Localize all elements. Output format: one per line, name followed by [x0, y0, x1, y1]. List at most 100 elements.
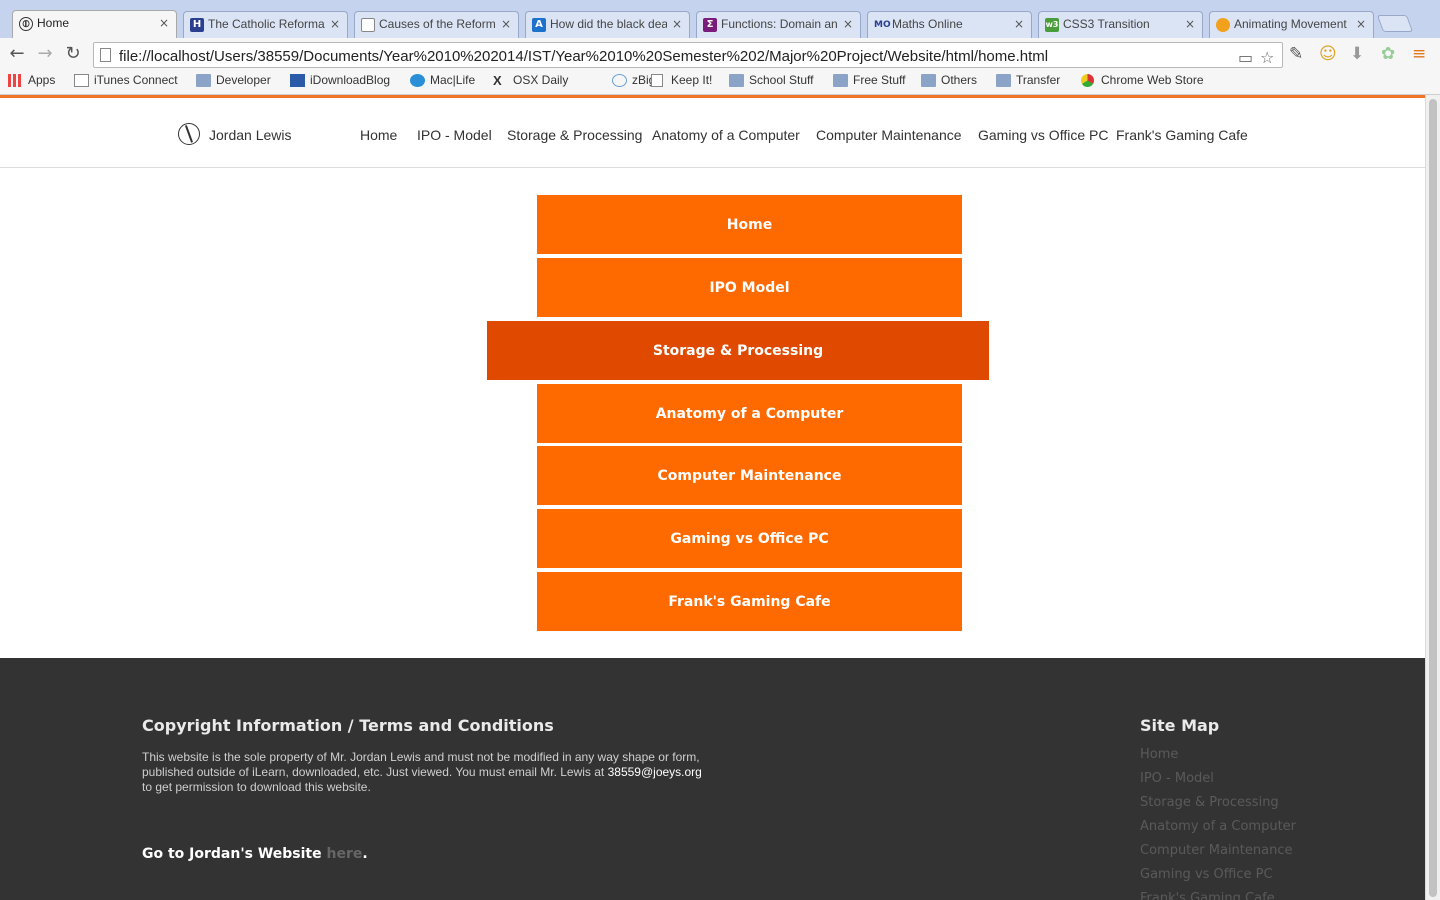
zbigz-icon — [612, 74, 627, 87]
bookmark-apps[interactable]: Apps — [8, 73, 55, 87]
tab-catholic-reformation[interactable]: H The Catholic Reformation × — [183, 11, 348, 38]
website-text: Go to Jordan's Website — [142, 846, 327, 862]
folder-icon — [996, 74, 1011, 87]
sitemap-link-anatomy-of-a-computer[interactable]: Anatomy of a Computer — [1140, 819, 1296, 834]
reload-icon[interactable]: ↻ — [62, 43, 84, 65]
site-header: Jordan Lewis Home IPO - Model Storage & … — [0, 98, 1425, 168]
website-link[interactable]: here — [326, 846, 362, 862]
bookmark-transfer[interactable]: Transfer — [996, 73, 1060, 87]
tab-animating-movement[interactable]: Animating Movement × — [1209, 11, 1374, 38]
page-icon — [100, 48, 111, 62]
h-icon: H — [190, 18, 204, 32]
email-link[interactable]: 38559@joeys.org — [608, 765, 702, 779]
tab-causes-reformation[interactable]: Causes of the Reformation × — [354, 11, 519, 38]
close-icon[interactable]: × — [672, 17, 682, 31]
animation-icon — [1216, 18, 1230, 32]
bookmark-idownloadblog[interactable]: iDownloadBlog — [290, 73, 390, 87]
tab-maths-online[interactable]: MO Maths Online × — [867, 11, 1032, 38]
page-scrollbar[interactable] — [1425, 95, 1440, 900]
bookmark-label: Mac|Life — [430, 73, 476, 87]
w3-icon: w3 — [1045, 18, 1059, 32]
menu-button-franks-gaming-cafe[interactable]: Frank's Gaming Cafe — [537, 572, 962, 631]
tab-home[interactable]: ⦶ Home × — [12, 10, 177, 39]
tab-label: Causes of the Reformation — [379, 17, 496, 31]
tab-black-death[interactable]: A How did the black death × — [525, 11, 690, 38]
sitemap-link-home[interactable]: Home — [1140, 747, 1178, 762]
nav-ipo-model[interactable]: IPO - Model — [417, 127, 492, 143]
folder-icon — [729, 74, 744, 87]
bookmark-label: Free Stuff — [853, 73, 906, 87]
x-icon: X — [493, 73, 502, 88]
back-icon[interactable]: ← — [6, 43, 28, 65]
menu-button-label: Home — [726, 216, 773, 233]
page-icon — [74, 74, 89, 87]
url-text: file://localhost/Users/38559/Documents/Y… — [119, 48, 1049, 65]
reader-icon[interactable]: ▭ — [1238, 48, 1253, 67]
bookmark-label: Apps — [28, 73, 56, 87]
menu-button-computer-maintenance[interactable]: Computer Maintenance — [537, 446, 962, 505]
menu-button-anatomy-of-a-computer[interactable]: Anatomy of a Computer — [537, 384, 962, 443]
menu-button-storage-processing[interactable]: Storage & Processing — [487, 321, 989, 380]
close-icon[interactable]: × — [1356, 17, 1366, 31]
bookmark-osx-daily[interactable]: X OSX Daily — [493, 73, 568, 87]
nav-home[interactable]: Home — [360, 127, 397, 143]
menu-button-label: Frank's Gaming Cafe — [668, 593, 831, 610]
footer-title: Copyright Information / Terms and Condit… — [142, 716, 554, 735]
bookmark-label: Developer — [216, 73, 271, 87]
bookmark-itunes-connect[interactable]: iTunes Connect — [74, 73, 178, 87]
bookmark-maclife[interactable]: Mac|Life — [410, 73, 475, 87]
bookmark-label: Keep It! — [671, 73, 713, 87]
math-icon: Σ — [703, 18, 717, 32]
menu-button-label: Storage & Processing — [652, 342, 824, 359]
site-footer: Copyright Information / Terms and Condit… — [0, 658, 1425, 900]
folder-icon — [921, 74, 936, 87]
sitemap-link-ipo-model[interactable]: IPO - Model — [1140, 771, 1214, 786]
menu-button-gaming-vs-office-pc[interactable]: Gaming vs Office PC — [537, 509, 962, 568]
bookmark-others[interactable]: Others — [921, 73, 977, 87]
tab-label: Animating Movement — [1234, 17, 1347, 31]
bookmark-star-icon[interactable]: ☆ — [1260, 48, 1274, 67]
bookmark-developer[interactable]: Developer — [196, 73, 271, 87]
close-icon[interactable]: × — [330, 17, 340, 31]
close-icon[interactable]: × — [843, 17, 853, 31]
menu-icon[interactable]: ≡ — [1412, 44, 1426, 64]
sitemap-link-computer-maintenance[interactable]: Computer Maintenance — [1140, 843, 1292, 858]
menu-button-ipo-model[interactable]: IPO Model — [537, 258, 962, 317]
tab-functions[interactable]: Σ Functions: Domain and Range × — [696, 11, 861, 38]
address-bar[interactable]: file://localhost/Users/38559/Documents/Y… — [93, 42, 1283, 68]
close-icon[interactable]: × — [501, 17, 511, 31]
bookmark-label: Transfer — [1016, 73, 1061, 87]
nav-franks-gaming-cafe[interactable]: Frank's Gaming Cafe — [1116, 127, 1248, 143]
bookmark-keep-it[interactable]: Keep It! — [651, 73, 712, 87]
sitemap-link-gaming-vs-office-pc[interactable]: Gaming vs Office PC — [1140, 867, 1273, 882]
nav-anatomy-of-a-computer[interactable]: Anatomy of a Computer — [652, 127, 800, 143]
sitemap-link-franks-gaming-cafe[interactable]: Frank's Gaming Cafe — [1140, 891, 1275, 900]
nav-gaming-vs-office-pc[interactable]: Gaming vs Office PC — [978, 127, 1108, 143]
sitemap-title: Site Map — [1140, 716, 1220, 735]
tab-label: Home — [37, 16, 70, 30]
bookmark-chrome-web-store[interactable]: Chrome Web Store — [1081, 73, 1204, 87]
bookmark-school-stuff[interactable]: School Stuff — [729, 73, 814, 87]
close-icon[interactable]: × — [159, 16, 169, 30]
close-icon[interactable]: × — [1014, 17, 1024, 31]
close-icon[interactable]: × — [1185, 17, 1195, 31]
menu-button-label: Gaming vs Office PC — [670, 530, 829, 547]
bookmark-label: iDownloadBlog — [310, 73, 391, 87]
forward-icon[interactable]: → — [34, 43, 56, 65]
site-name[interactable]: Jordan Lewis — [209, 127, 292, 143]
wrench-icon[interactable]: ✎ — [1289, 44, 1303, 64]
new-tab-button[interactable] — [1376, 15, 1414, 32]
sync-icon[interactable]: ✿ — [1381, 44, 1395, 64]
extension-icon[interactable]: ☺ — [1319, 44, 1337, 64]
sitemap-link-storage-processing[interactable]: Storage & Processing — [1140, 795, 1279, 810]
bookmark-label: Others — [941, 73, 978, 87]
tab-css3-transition[interactable]: w3 CSS3 Transition × — [1038, 11, 1203, 38]
scrollbar-thumb[interactable] — [1429, 99, 1437, 897]
nav-storage-processing[interactable]: Storage & Processing — [507, 127, 642, 143]
bookmark-free-stuff[interactable]: Free Stuff — [833, 73, 905, 87]
menu-button-label: Computer Maintenance — [657, 467, 842, 484]
download-icon[interactable]: ⬇ — [1350, 44, 1364, 64]
nav-computer-maintenance[interactable]: Computer Maintenance — [816, 127, 962, 143]
menu-button-home[interactable]: Home — [537, 195, 962, 254]
site-logo-icon[interactable] — [178, 123, 200, 145]
